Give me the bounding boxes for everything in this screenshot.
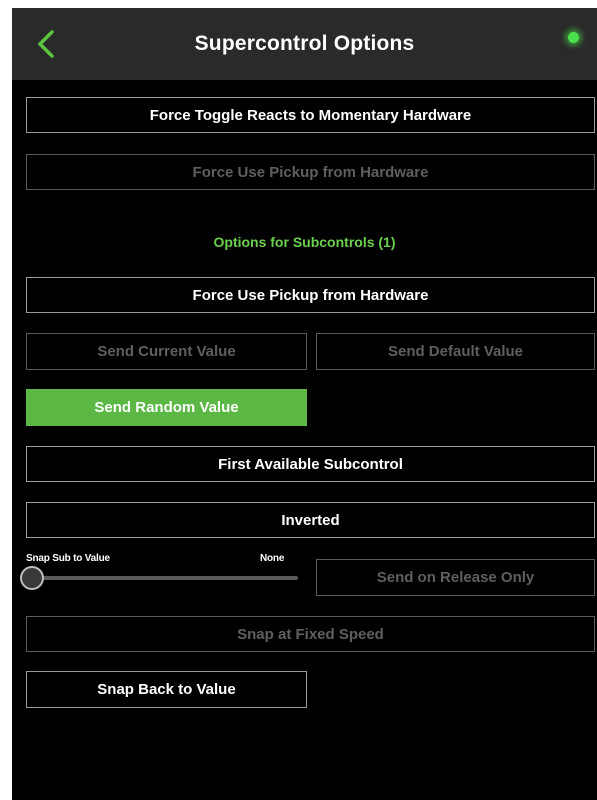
inverted-button[interactable]: Inverted <box>26 502 595 538</box>
send-random-value-button[interactable]: Send Random Value <box>26 389 307 426</box>
snap-back-to-value-button[interactable]: Snap Back to Value <box>26 671 307 708</box>
first-available-subcontrol-button[interactable]: First Available Subcontrol <box>26 446 595 482</box>
subcontrol-force-use-pickup-button[interactable]: Force Use Pickup from Hardware <box>26 277 595 313</box>
snap-slider-thumb[interactable] <box>20 566 44 590</box>
header-bar: Supercontrol Options <box>12 8 597 80</box>
status-dot-icon <box>568 32 579 43</box>
snap-sub-to-value-label: Snap Sub to Value <box>26 553 110 564</box>
snap-slider-value-label: None <box>260 553 285 564</box>
send-current-value-button[interactable]: Send Current Value <box>26 333 307 370</box>
page-title: Supercontrol Options <box>194 32 415 55</box>
force-toggle-momentary-button[interactable]: Force Toggle Reacts to Momentary Hardwar… <box>26 97 595 133</box>
supercontrol-options-panel: Supercontrol Options Force Toggle Reacts… <box>12 8 597 800</box>
send-on-release-only-button[interactable]: Send on Release Only <box>316 559 595 596</box>
send-default-value-button[interactable]: Send Default Value <box>316 333 595 370</box>
force-use-pickup-button[interactable]: Force Use Pickup from Hardware <box>26 154 595 190</box>
snap-slider-track[interactable] <box>30 576 298 580</box>
snap-at-fixed-speed-button[interactable]: Snap at Fixed Speed <box>26 616 595 652</box>
subcontrols-section-label: Options for Subcontrols (1) <box>213 234 396 250</box>
